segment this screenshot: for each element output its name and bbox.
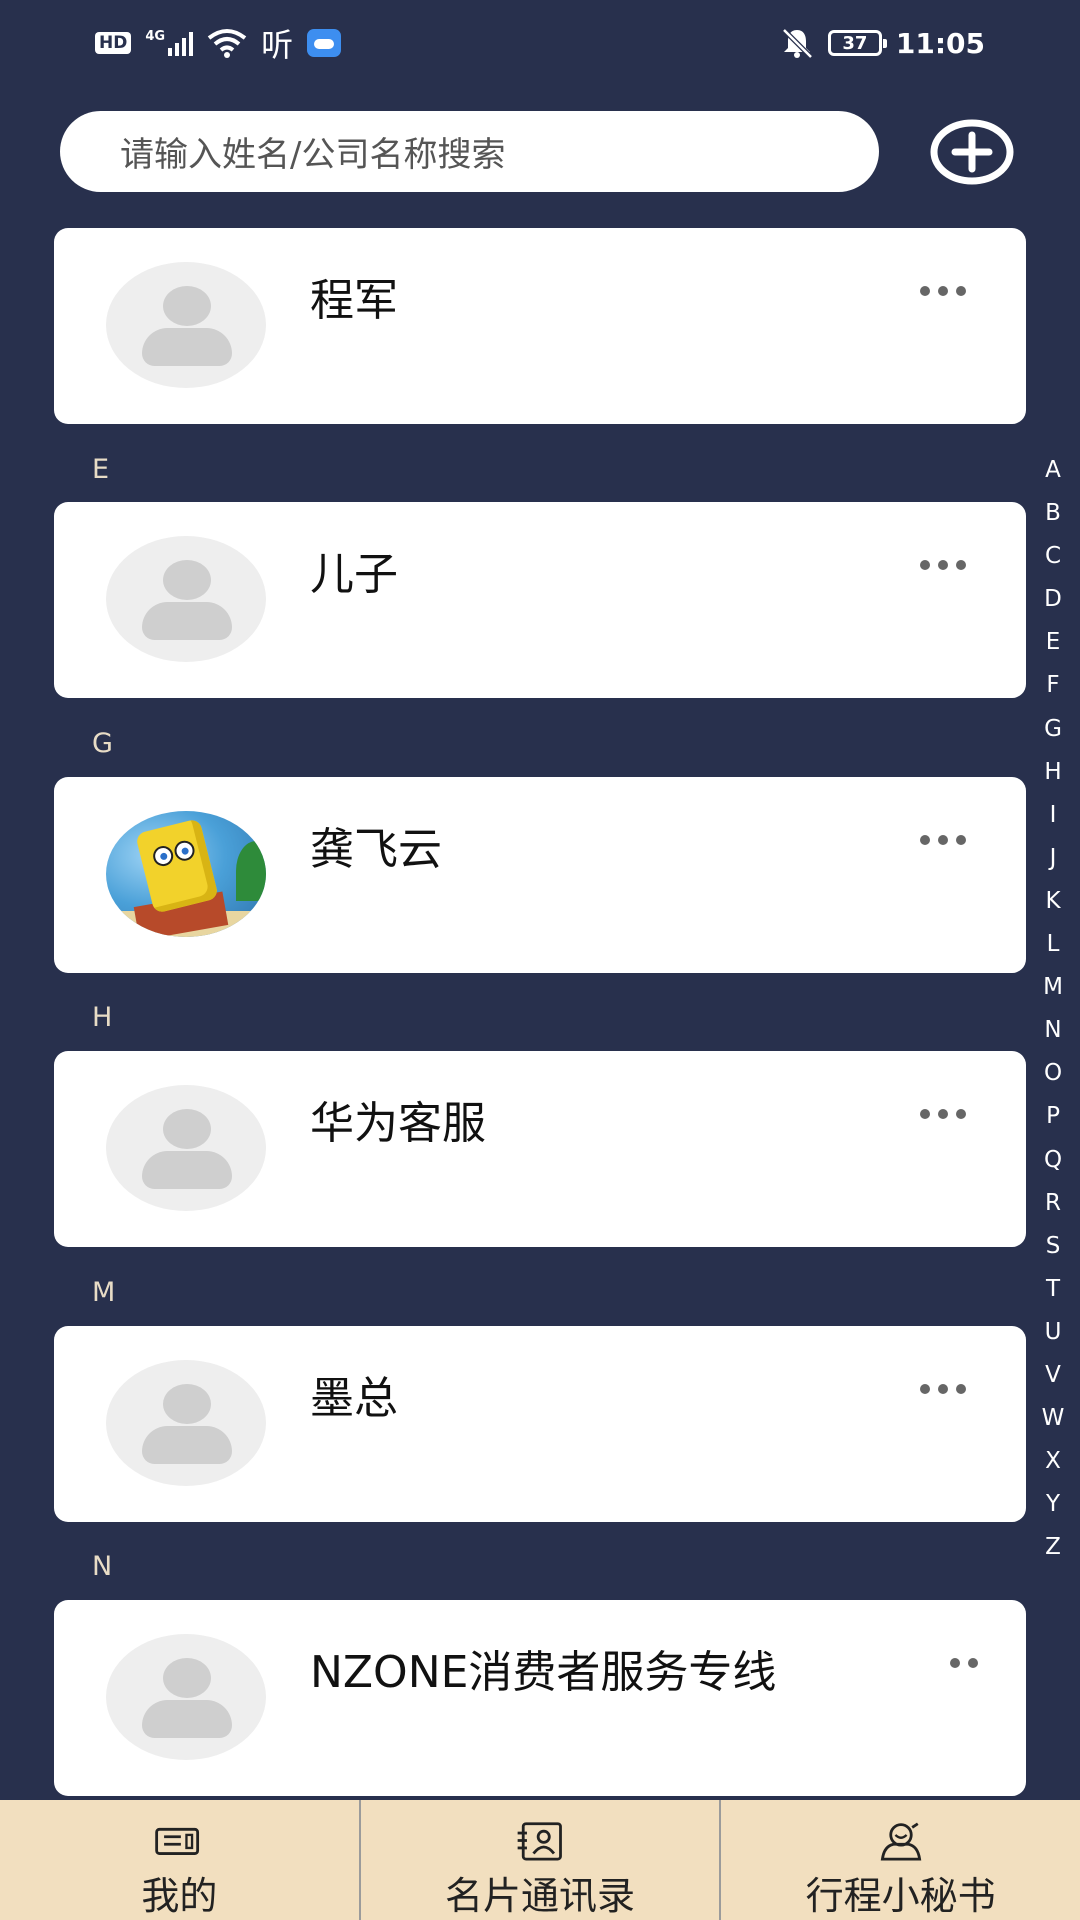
more-icon[interactable]: [920, 835, 966, 845]
status-bar: HD 4G 听 37 11:05: [0, 0, 1080, 86]
contact-name: NZONE消费者服务专线: [310, 1647, 777, 1698]
contact-card[interactable]: 儿子: [54, 502, 1026, 698]
alphabet-letter[interactable]: W: [1038, 1397, 1068, 1440]
clock: 11:05: [895, 26, 985, 60]
contact-name: 墨总: [310, 1373, 398, 1424]
card-icon: [155, 1827, 200, 1855]
contact-card[interactable]: NZONE消费者服务专线: [54, 1600, 1026, 1796]
alphabet-letter[interactable]: R: [1038, 1182, 1068, 1225]
status-right: 37 11:05: [780, 27, 985, 60]
alphabet-letter[interactable]: C: [1038, 535, 1068, 578]
alphabet-letter[interactable]: H: [1038, 751, 1068, 794]
alphabet-letter[interactable]: O: [1038, 1052, 1068, 1095]
avatar: [106, 536, 266, 662]
alphabet-letter[interactable]: E: [1038, 621, 1068, 664]
more-icon[interactable]: [920, 286, 966, 296]
section-header: H: [92, 1002, 113, 1033]
listen-indicator: 听: [261, 26, 294, 64]
nav-label: 行程小秘书: [805, 1874, 996, 1918]
section-header: E: [92, 454, 110, 485]
section-header: G: [92, 728, 113, 759]
alphabet-letter[interactable]: J: [1038, 837, 1068, 880]
nav-item-assistant[interactable]: 行程小秘书: [721, 1800, 1080, 1920]
more-icon[interactable]: [920, 1109, 966, 1119]
contact-card[interactable]: 华为客服: [54, 1051, 1026, 1247]
hd-indicator: HD: [95, 32, 132, 54]
status-left: HD 4G 听: [95, 20, 342, 66]
alphabet-letter[interactable]: D: [1038, 578, 1068, 621]
search-placeholder: 请输入姓名/公司名称搜索: [120, 135, 506, 175]
nav-item-mine[interactable]: 我的: [0, 1800, 361, 1920]
nav-label: 名片通讯录: [445, 1874, 636, 1918]
alphabet-letter[interactable]: N: [1038, 1009, 1068, 1052]
more-icon[interactable]: [950, 1658, 978, 1668]
alphabet-letter[interactable]: F: [1038, 664, 1068, 707]
contact-card[interactable]: 程军: [54, 228, 1026, 424]
alphabet-letter[interactable]: I: [1038, 794, 1068, 837]
section-header: N: [92, 1551, 113, 1582]
alphabet-letter[interactable]: M: [1038, 966, 1068, 1009]
battery-level: 37: [842, 32, 868, 54]
avatar: [106, 262, 266, 388]
contact-name: 程军: [310, 275, 398, 326]
alphabet-letter[interactable]: Y: [1038, 1483, 1068, 1526]
alphabet-letter[interactable]: V: [1038, 1354, 1068, 1397]
section-header: M: [92, 1277, 116, 1308]
assistant-icon: [880, 1822, 921, 1861]
contact-card[interactable]: 墨总: [54, 1326, 1026, 1522]
nav-label: 我的: [141, 1874, 218, 1918]
alphabet-letter[interactable]: L: [1038, 923, 1068, 966]
alphabet-letter[interactable]: Q: [1038, 1139, 1068, 1182]
avatar: [106, 1360, 266, 1486]
alphabet-letter[interactable]: T: [1038, 1268, 1068, 1311]
alphabet-letter[interactable]: P: [1038, 1095, 1068, 1138]
contact-name: 儿子: [310, 549, 398, 600]
alphabet-letter[interactable]: S: [1038, 1225, 1068, 1268]
cloud-icon: [307, 29, 342, 57]
plus-circle-icon: [930, 119, 1014, 185]
contact-card-icon: [517, 1822, 562, 1861]
alphabet-letter[interactable]: X: [1038, 1440, 1068, 1483]
alphabet-letter[interactable]: A: [1038, 449, 1068, 492]
contact-name: 龚飞云: [310, 824, 442, 875]
alphabet-index[interactable]: ABCDEFGHIJKLMNOPQRSTUVWXYZ: [1038, 449, 1068, 1569]
avatar: [106, 1634, 266, 1760]
contact-card[interactable]: 龚飞云: [54, 777, 1026, 973]
battery-icon: 37: [827, 30, 887, 56]
wifi-icon: [207, 29, 247, 58]
bottom-nav: 我的 名片通讯录 行程小秘书: [0, 1800, 1080, 1920]
network-type: 4G: [145, 29, 166, 44]
search-input[interactable]: 请输入姓名/公司名称搜索: [60, 111, 879, 192]
alphabet-letter[interactable]: U: [1038, 1311, 1068, 1354]
alphabet-letter[interactable]: G: [1038, 708, 1068, 751]
bell-muted-icon: [782, 28, 813, 59]
alphabet-letter[interactable]: Z: [1038, 1526, 1068, 1569]
signal-icon: 4G: [145, 29, 194, 56]
alphabet-letter[interactable]: B: [1038, 492, 1068, 535]
avatar: [106, 1085, 266, 1211]
contact-name: 华为客服: [310, 1098, 486, 1149]
nav-item-contacts[interactable]: 名片通讯录: [361, 1800, 722, 1920]
more-icon[interactable]: [920, 560, 966, 570]
add-contact-button[interactable]: [929, 119, 1015, 185]
avatar-photo: [106, 811, 266, 937]
alphabet-letter[interactable]: K: [1038, 880, 1068, 923]
more-icon[interactable]: [920, 1384, 966, 1394]
